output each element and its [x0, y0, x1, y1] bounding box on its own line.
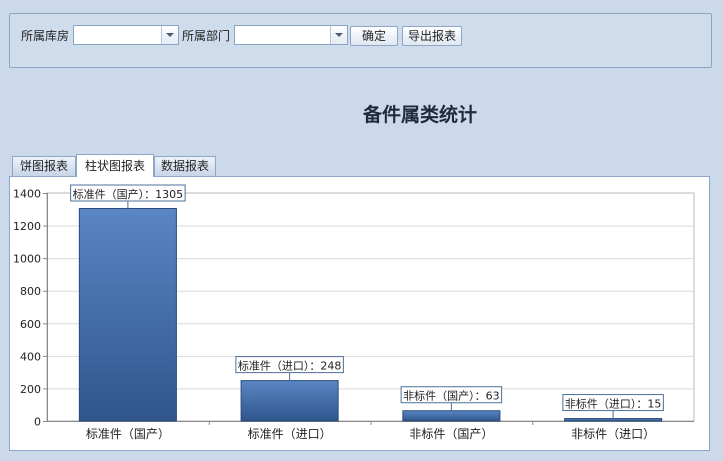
bar — [240, 380, 339, 422]
department-label: 所属部门 — [182, 29, 231, 43]
x-tick-label: 非标件（国产） — [409, 427, 493, 441]
bar — [564, 418, 663, 422]
bar-chart: 0 200 400 600 800 1000 1200 1400 标准件（国产） 标准件（国产）：… — [13, 184, 695, 441]
x-tick-label: 标准件（国产） — [86, 427, 170, 441]
y-tick-label: 1000 — [13, 253, 41, 266]
y-tick-label: 1400 — [13, 188, 41, 201]
confirm-button[interactable]: 确定 — [350, 26, 398, 46]
y-tick-label: 0 — [34, 416, 41, 429]
tab-pie-report[interactable]: 饼图报表 — [12, 156, 76, 176]
data-label: 非标件（进口）：15 — [565, 397, 662, 411]
y-tick-label: 1200 — [13, 220, 41, 233]
warehouse-select[interactable] — [73, 25, 179, 45]
data-label: 标准件（进口）：248 — [238, 359, 342, 373]
y-tick-label: 200 — [20, 383, 41, 396]
export-report-button[interactable]: 导出报表 — [402, 26, 462, 46]
y-tick-label: 400 — [20, 350, 41, 363]
chevron-down-icon[interactable] — [161, 26, 178, 44]
chart-panel: 0 200 400 600 800 1000 1200 1400 标准件（国产） 标准件（国产）：… — [9, 176, 710, 451]
x-tick-label: 非标件（进口） — [571, 427, 655, 441]
page-title: 备件属类统计 — [362, 104, 477, 126]
y-tick-label: 800 — [20, 285, 41, 298]
bar — [78, 207, 177, 422]
department-select[interactable] — [234, 25, 348, 45]
bar — [402, 410, 501, 422]
data-label: 非标件（国产）：63 — [403, 389, 500, 403]
filter-panel: 所属库房 所属部门 确定 导出报表 — [9, 13, 712, 68]
warehouse-label: 所属库房 — [21, 29, 70, 43]
tab-bar-report[interactable]: 柱状图报表 — [76, 154, 154, 177]
y-tick-label: 600 — [20, 318, 41, 331]
data-label: 标准件（国产）：1305 — [73, 187, 184, 201]
chevron-down-icon[interactable] — [330, 26, 347, 44]
tab-data-report[interactable]: 数据报表 — [154, 156, 216, 176]
x-tick-label: 标准件（进口） — [248, 427, 332, 441]
